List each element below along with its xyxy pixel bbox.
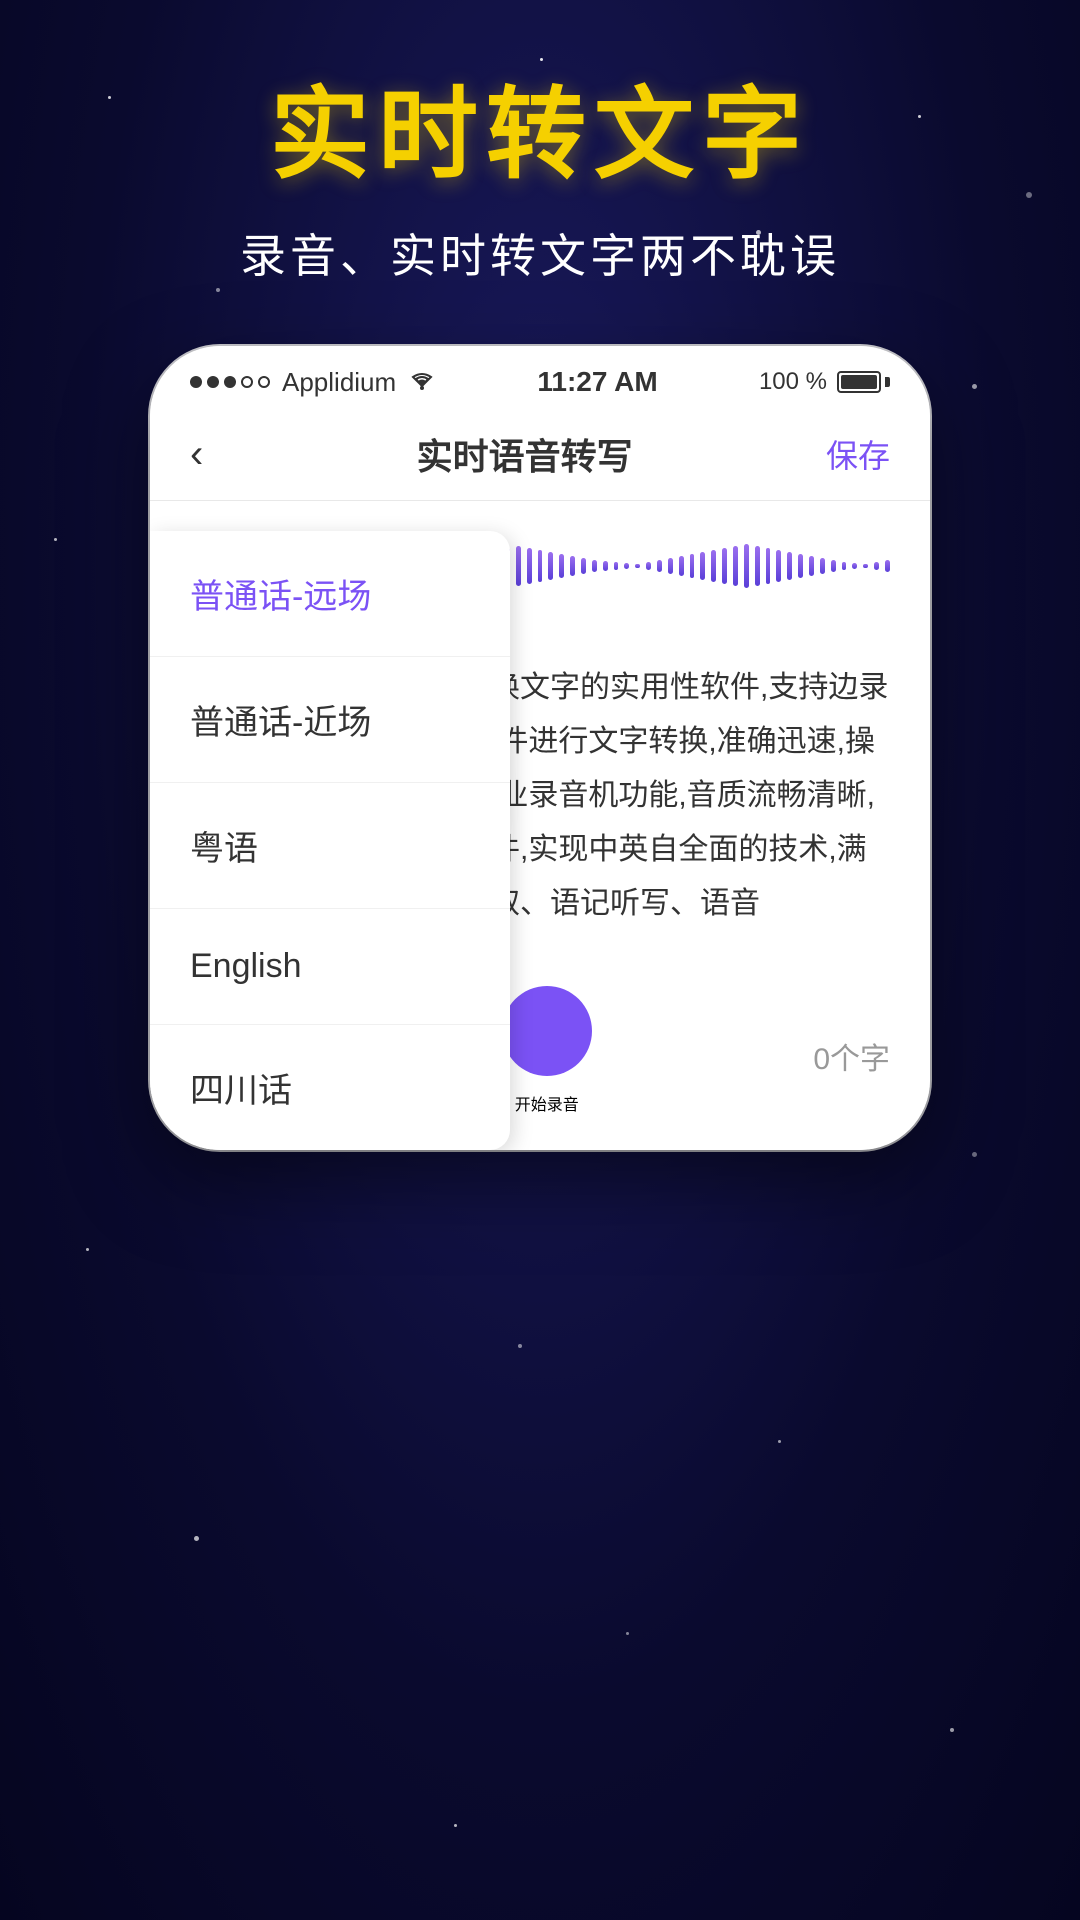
status-left: Applidium — [190, 367, 436, 398]
nav-title: 实时语音转写 — [223, 428, 826, 480]
header-section: 实时转文字 录音、实时转文字两不耽误 — [0, 0, 1080, 286]
wave-bar — [863, 564, 868, 568]
wave-bar — [831, 560, 836, 572]
status-bar: Applidium 11:27 AM 100 % — [150, 346, 930, 408]
wave-bar — [592, 560, 597, 572]
dropdown-item-putonghua-near[interactable]: 普通话-近场 — [150, 657, 510, 783]
phone-mockup: Applidium 11:27 AM 100 % — [150, 346, 930, 1150]
wave-bar — [690, 554, 695, 578]
wave-bar — [776, 550, 781, 582]
wave-bar — [538, 550, 543, 582]
wave-bar — [744, 544, 749, 588]
wave-bar — [809, 556, 814, 576]
status-right: 100 % — [759, 368, 890, 396]
wave-bar — [820, 558, 825, 574]
carrier-name: Applidium — [282, 367, 396, 398]
record-btn-container: 开始录音 — [502, 986, 592, 1125]
signal-dot-5 — [258, 376, 270, 388]
wave-bar — [635, 564, 640, 568]
dropdown-item-cantonese[interactable]: 粤语 — [150, 783, 510, 909]
wave-bar — [559, 554, 564, 578]
wave-bar — [548, 552, 553, 580]
signal-dot-1 — [190, 376, 202, 388]
wave-bar — [798, 554, 803, 578]
wave-bar — [624, 563, 629, 569]
signal-dot-4 — [241, 376, 253, 388]
wave-bar — [852, 563, 857, 569]
phone-container: Applidium 11:27 AM 100 % — [0, 346, 1080, 1150]
wave-bar — [842, 562, 847, 570]
wave-bar — [614, 562, 619, 570]
wave-bar — [733, 546, 738, 586]
wave-bar — [516, 546, 521, 586]
signal-dot-3 — [224, 376, 236, 388]
battery-icon — [837, 371, 890, 393]
wave-bar — [755, 546, 760, 586]
wave-bar — [711, 550, 716, 582]
dropdown-item-english[interactable]: English — [150, 909, 510, 1025]
wave-bar — [885, 560, 890, 572]
wave-bar — [668, 558, 673, 574]
wave-bar — [766, 548, 771, 584]
signal-dot-2 — [207, 376, 219, 388]
wave-bar — [700, 552, 705, 580]
wave-bar — [787, 552, 792, 580]
wave-bar — [527, 548, 532, 584]
char-count: 0个字 — [813, 1034, 890, 1078]
wave-bar — [581, 558, 586, 574]
wave-bar — [570, 556, 575, 576]
signal-dots — [190, 376, 270, 388]
wave-bar — [874, 562, 879, 570]
record-label: 开始录音 — [515, 1091, 579, 1115]
wave-bar — [603, 561, 608, 571]
dropdown-item-sichuan[interactable]: 四川话 — [150, 1025, 510, 1150]
dropdown-item-putonghua-far[interactable]: 普通话-远场 — [150, 531, 510, 657]
subtitle: 录音、实时转文字两不耽误 — [0, 220, 1080, 286]
dropdown-menu: 普通话-远场普通话-近场粤语English四川话 — [150, 531, 510, 1150]
wave-bar — [722, 548, 727, 584]
wave-bar — [657, 560, 662, 572]
nav-bar: ‹ 实时语音转写 保存 — [150, 408, 930, 501]
record-button[interactable] — [502, 986, 592, 1076]
save-button[interactable]: 保存 — [826, 431, 890, 477]
main-title: 实时转文字 — [0, 80, 1080, 190]
battery-percent: 100 % — [759, 368, 827, 396]
status-time: 11:27 AM — [537, 366, 657, 398]
back-button[interactable]: ‹ — [190, 432, 223, 477]
wave-bar — [646, 562, 651, 570]
wave-bar — [679, 556, 684, 576]
wifi-icon — [408, 368, 436, 396]
